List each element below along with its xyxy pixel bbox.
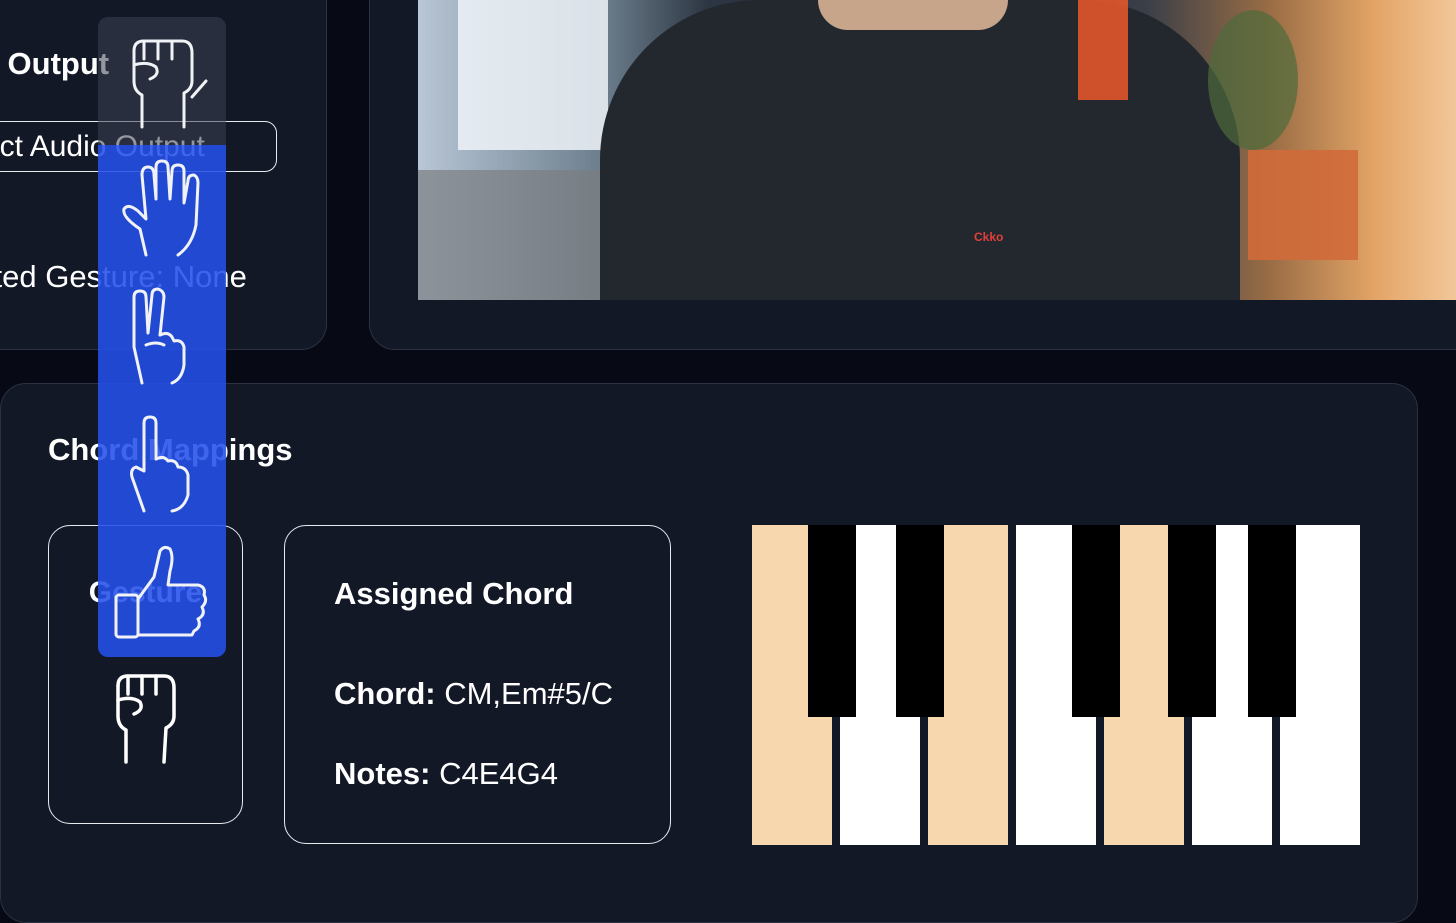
piano-key-c4-top[interactable] <box>752 525 808 717</box>
chord-row: Chord: CM,Em#5/C <box>334 676 613 712</box>
assigned-chord-title: Assigned Chord <box>334 576 574 611</box>
picker-option-thumbs-up[interactable] <box>98 529 226 657</box>
thumbs-up-icon <box>114 545 208 639</box>
audio-output-title: o Output <box>0 46 110 81</box>
person-shirt <box>600 0 1240 300</box>
chord-key: Chord: <box>334 676 436 711</box>
assigned-chord-card: Assigned Chord Chord: CM,Em#5/C Notes: C… <box>284 525 671 844</box>
picker-option-pointing-up[interactable] <box>98 401 226 529</box>
piano-key-d-sharp4[interactable] <box>896 525 944 717</box>
picker-option-victory[interactable] <box>98 273 226 401</box>
open-palm-icon <box>122 159 200 257</box>
closed-fist-icon <box>132 39 208 129</box>
plant-pot <box>1248 150 1358 260</box>
picker-selected-option[interactable] <box>98 17 226 145</box>
piano-key-g-sharp4[interactable] <box>1168 525 1216 717</box>
notes-value: C4E4G4 <box>439 756 558 791</box>
chord-value: CM,Em#5/C <box>444 676 614 711</box>
notes-key: Notes: <box>334 756 431 791</box>
piano-key-c-sharp4[interactable] <box>808 525 856 717</box>
piano-key-g4-top[interactable] <box>1120 525 1168 717</box>
notes-row: Notes: C4E4G4 <box>334 756 558 792</box>
piano-key-f-sharp4[interactable] <box>1072 525 1120 717</box>
pointing-up-icon <box>130 415 190 513</box>
piano-key-b4-top[interactable] <box>1296 525 1360 717</box>
window-light <box>458 0 608 150</box>
camera-feed: Ckko <box>418 0 1456 300</box>
picker-option-open-palm[interactable] <box>98 145 226 273</box>
picker-options-list <box>98 145 226 657</box>
piano-key-d4-top[interactable] <box>856 525 896 717</box>
piano-key-e4-top[interactable] <box>944 525 1008 717</box>
piano-key-f4-top[interactable] <box>1016 525 1072 717</box>
closed-fist-icon <box>108 666 184 771</box>
piano-key-a4-top[interactable] <box>1216 525 1248 717</box>
shirt-logo: Ckko <box>974 230 1004 244</box>
gesture-picker-dropdown[interactable] <box>98 17 226 657</box>
piano-key-a-sharp4[interactable] <box>1248 525 1296 717</box>
victory-icon <box>132 287 186 385</box>
plant <box>1208 10 1298 150</box>
person-neck <box>818 0 1008 30</box>
orange-poster <box>1078 0 1128 100</box>
piano-keyboard <box>752 525 1360 845</box>
